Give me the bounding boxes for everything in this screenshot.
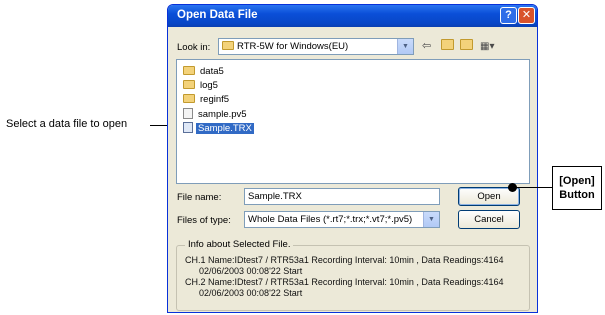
dialog-title: Open Data File [177, 9, 258, 21]
look-in-combo[interactable]: RTR-5W for Windows(EU) ▼ [218, 38, 414, 55]
back-icon[interactable]: ⇦ [422, 39, 431, 52]
files-of-type-label: Files of type: [177, 215, 231, 226]
callout-open-line1: [Open] [559, 175, 595, 187]
list-item-file-selected[interactable]: Sample.TRX [183, 122, 254, 134]
callout-open-line2: Button [559, 189, 595, 201]
folder-icon [183, 66, 195, 75]
views-icon[interactable]: ▦▾ [480, 41, 494, 52]
ch1-info-line: CH.1 Name:IDtest7 / RTR53a1 Recording In… [185, 255, 504, 265]
files-of-type-select[interactable]: Whole Data Files (*.rt7;*.trx;*.vt7;*.pv… [244, 211, 440, 228]
ch2-start-line: 02/06/2003 00:08'22 Start [199, 288, 303, 298]
file-list[interactable]: data5 log5 reginf5 sample.pv5 Sample.TRX [176, 59, 530, 184]
folder-icon [183, 80, 195, 89]
file-icon [183, 108, 193, 119]
file-name-input[interactable]: Sample.TRX [244, 188, 440, 205]
list-item-folder[interactable]: log5 [183, 80, 220, 91]
file-name-label: File name: [177, 192, 222, 203]
look-in-label: Look in: [177, 42, 211, 53]
title-bar: Open Data File ? ✕ [168, 5, 537, 27]
callout-select-file: Select a data file to open [6, 118, 128, 130]
folder-icon [222, 41, 234, 50]
help-icon[interactable]: ? [500, 7, 517, 24]
file-info-group: Info about Selected File. CH.1 Name:IDte… [176, 239, 530, 311]
files-of-type-value: Whole Data Files (*.rt7;*.trx;*.vt7;*.pv… [248, 214, 413, 225]
cancel-button[interactable]: Cancel [458, 210, 520, 229]
dropdown-icon[interactable]: ▼ [423, 212, 439, 227]
callout-right-line [514, 187, 552, 188]
dropdown-icon[interactable]: ▼ [397, 39, 413, 54]
close-icon[interactable]: ✕ [518, 7, 535, 24]
trx-file-icon [183, 122, 193, 133]
folder-icon [183, 94, 195, 103]
new-folder-icon[interactable] [460, 39, 476, 52]
file-info-title: Info about Selected File. [185, 239, 294, 250]
callout-open-button: [Open] Button [552, 166, 602, 210]
look-in-value: RTR-5W for Windows(EU) [237, 41, 349, 52]
ch1-start-line: 02/06/2003 00:08'22 Start [199, 266, 303, 276]
list-item-folder[interactable]: data5 [183, 66, 226, 77]
list-item-file[interactable]: sample.pv5 [183, 108, 249, 120]
ch2-info-line: CH.2 Name:IDtest7 / RTR53a1 Recording In… [185, 277, 504, 287]
open-data-file-dialog: Open Data File ? ✕ Look in: RTR-5W for W… [167, 4, 538, 313]
up-folder-icon[interactable] [441, 39, 457, 52]
list-item-folder[interactable]: reginf5 [183, 94, 231, 105]
